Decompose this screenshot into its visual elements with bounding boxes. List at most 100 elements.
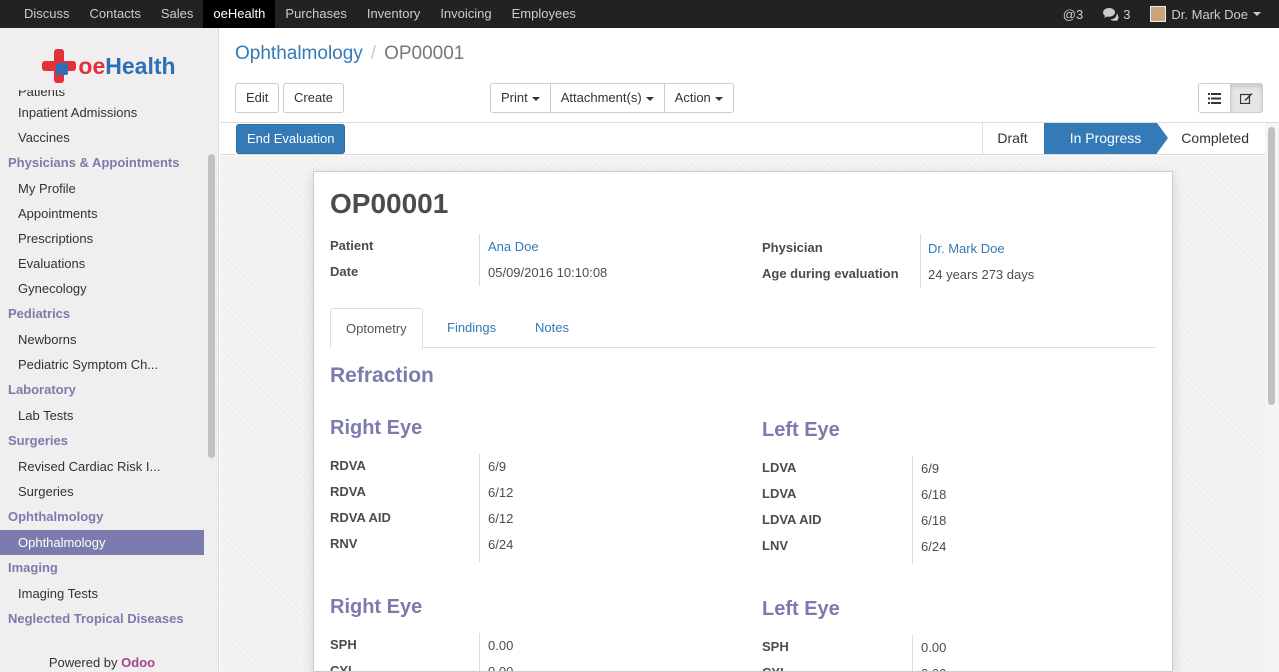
left-eye-heading: Left Eye bbox=[762, 419, 840, 441]
odoo-link[interactable]: Odoo bbox=[121, 655, 155, 670]
chevron-down-icon bbox=[1253, 12, 1261, 16]
top-menu-employees[interactable]: Employees bbox=[502, 0, 586, 28]
form-view-button[interactable] bbox=[1230, 83, 1263, 113]
attachments-dropdown[interactable]: Attachment(s) bbox=[549, 83, 665, 113]
edit-button[interactable]: Edit bbox=[235, 83, 280, 113]
field-label: LDVA AID bbox=[762, 512, 822, 527]
refraction-heading: Refraction bbox=[330, 364, 434, 387]
top-menu-contacts[interactable]: Contacts bbox=[80, 0, 151, 28]
field-divider bbox=[912, 635, 913, 671]
field-label: SPH bbox=[762, 639, 789, 654]
main-scrollbar-thumb[interactable] bbox=[1268, 127, 1275, 405]
mentions-indicator[interactable]: @3 bbox=[1063, 7, 1083, 22]
patient-label: Patient bbox=[330, 238, 374, 253]
top-menu-discuss[interactable]: Discuss bbox=[14, 0, 80, 28]
stage-in-progress[interactable]: In Progress bbox=[1043, 123, 1169, 154]
app-menu: Discuss Contacts Sales oeHealth Purchases Inv… bbox=[14, 0, 586, 28]
stage-pipeline: Draft In Progress Completed bbox=[982, 123, 1265, 154]
sidebar-item-evaluations[interactable]: Evaluations bbox=[0, 251, 204, 276]
sidebar-item-revised-cardiac-risk-i[interactable]: Revised Cardiac Risk I... bbox=[0, 454, 204, 479]
caret-down-icon bbox=[645, 96, 654, 101]
systray: @3 3 Dr. Mark Doe bbox=[1043, 0, 1279, 28]
top-menu-oehealth[interactable]: oeHealth bbox=[203, 0, 276, 28]
tab-optometry[interactable]: Optometry bbox=[330, 308, 423, 349]
date-field[interactable]: 05/09/2016 10:10:08 bbox=[488, 265, 607, 280]
sidebar-actions: Print Attachment(s) Action bbox=[490, 83, 734, 113]
messages-indicator[interactable]: 3 bbox=[1103, 7, 1130, 22]
sidebar-section-physicians-appointments: Physicians & Appointments bbox=[8, 155, 180, 170]
field-value[interactable]: 6/12 bbox=[488, 511, 513, 526]
right-eye-heading: Right Eye bbox=[330, 417, 423, 439]
field-value[interactable]: 0.00 bbox=[488, 664, 513, 671]
field-label: RDVA bbox=[330, 458, 366, 473]
caret-down-icon bbox=[531, 96, 540, 101]
sidebar-scrollbar-thumb[interactable] bbox=[208, 154, 215, 458]
sidebar-section-pediatrics: Pediatrics bbox=[8, 306, 71, 321]
sidebar-item-prescriptions[interactable]: Prescriptions bbox=[0, 226, 204, 251]
field-label: CYL bbox=[330, 663, 356, 672]
physician-field[interactable]: Dr. Mark Doe bbox=[928, 241, 1005, 256]
sidebar-item-lab-tests[interactable]: Lab Tests bbox=[0, 403, 204, 428]
sidebar-item-appointments[interactable]: Appointments bbox=[0, 201, 204, 226]
field-value[interactable]: 6/12 bbox=[488, 485, 513, 500]
sidebar-item-vaccines[interactable]: Vaccines bbox=[0, 125, 204, 150]
sidebar-section-ophthalmology: Ophthalmology bbox=[8, 509, 104, 524]
field-value[interactable]: 6/18 bbox=[921, 487, 946, 502]
sidebar-item-imaging-tests[interactable]: Imaging Tests bbox=[0, 581, 204, 606]
sidebar-item-patients[interactable]: Patients bbox=[0, 90, 204, 100]
notebook-tabs: Optometry Findings Notes bbox=[330, 308, 1156, 349]
field-divider bbox=[479, 633, 480, 671]
tab-notes[interactable]: Notes bbox=[520, 308, 584, 348]
caret-down-icon bbox=[714, 96, 723, 101]
field-value[interactable]: 6/18 bbox=[921, 513, 946, 528]
sidebar-scrollbar[interactable] bbox=[205, 98, 218, 672]
end-evaluation-button[interactable]: End Evaluation bbox=[236, 124, 346, 154]
list-icon bbox=[1208, 92, 1221, 104]
field-divider bbox=[479, 454, 480, 562]
field-value[interactable]: 6/24 bbox=[488, 537, 513, 552]
field-label: CYL bbox=[762, 665, 788, 671]
field-value[interactable]: 6/9 bbox=[921, 461, 939, 476]
main-scrollbar[interactable] bbox=[1265, 123, 1279, 672]
list-view-button[interactable] bbox=[1198, 83, 1231, 113]
print-dropdown[interactable]: Print bbox=[490, 83, 551, 113]
sidebar: oeHealth Patients Inpatient Admissions Va… bbox=[0, 28, 219, 672]
logo-text: oeHealth bbox=[78, 52, 176, 79]
sidebar-item-surgeries[interactable]: Surgeries bbox=[0, 479, 204, 504]
sidebar-item-my-profile[interactable]: My Profile bbox=[0, 176, 204, 201]
sidebar-item-inpatient-admissions[interactable]: Inpatient Admissions bbox=[0, 100, 204, 125]
field-value[interactable]: 6/24 bbox=[921, 539, 946, 554]
sidebar-item-gynecology[interactable]: Gynecology bbox=[0, 276, 204, 301]
breadcrumb-current: OP00001 bbox=[384, 43, 465, 64]
breadcrumb: Ophthalmology / OP00001 bbox=[235, 43, 464, 65]
form-sheet: OP00001 Patient Ana Doe Date 05/09/2016 … bbox=[313, 171, 1173, 672]
sidebar-item-ophthalmology[interactable]: Ophthalmology bbox=[0, 530, 204, 555]
top-menu-purchases[interactable]: Purchases bbox=[275, 0, 356, 28]
sidebar-item-newborns[interactable]: Newborns bbox=[0, 327, 204, 352]
stage-completed[interactable]: Completed bbox=[1157, 123, 1265, 154]
field-value[interactable]: 0.00 bbox=[921, 640, 946, 655]
avatar bbox=[1150, 6, 1167, 22]
field-value[interactable]: 0.00 bbox=[921, 666, 946, 671]
user-menu[interactable]: Dr. Mark Doe bbox=[1150, 6, 1261, 22]
user-name: Dr. Mark Doe bbox=[1171, 6, 1248, 22]
messages-count: 3 bbox=[1123, 6, 1131, 22]
top-menu-invoicing[interactable]: Invoicing bbox=[430, 0, 501, 28]
oehealth-logo[interactable]: oeHealth bbox=[0, 28, 218, 98]
action-dropdown[interactable]: Action bbox=[663, 83, 734, 113]
form-statusbar: End Evaluation Draft In Progress Complet… bbox=[220, 123, 1265, 155]
create-button[interactable]: Create bbox=[283, 83, 345, 113]
breadcrumb-parent-link[interactable]: Ophthalmology bbox=[235, 43, 363, 64]
sidebar-item-pediatric-symptom-ch[interactable]: Pediatric Symptom Ch... bbox=[0, 352, 204, 377]
top-menu-inventory[interactable]: Inventory bbox=[357, 0, 430, 28]
patient-field[interactable]: Ana Doe bbox=[488, 239, 539, 254]
field-label: RDVA bbox=[330, 484, 366, 499]
field-value[interactable]: 0.00 bbox=[488, 638, 513, 653]
stage-draft[interactable]: Draft bbox=[982, 123, 1044, 154]
tab-findings[interactable]: Findings bbox=[432, 308, 511, 348]
field-divider bbox=[912, 456, 913, 564]
top-menu-sales[interactable]: Sales bbox=[151, 0, 204, 28]
mentions-count: @3 bbox=[1062, 6, 1084, 22]
field-value[interactable]: 6/9 bbox=[488, 459, 506, 474]
physician-label: Physician bbox=[762, 240, 823, 255]
